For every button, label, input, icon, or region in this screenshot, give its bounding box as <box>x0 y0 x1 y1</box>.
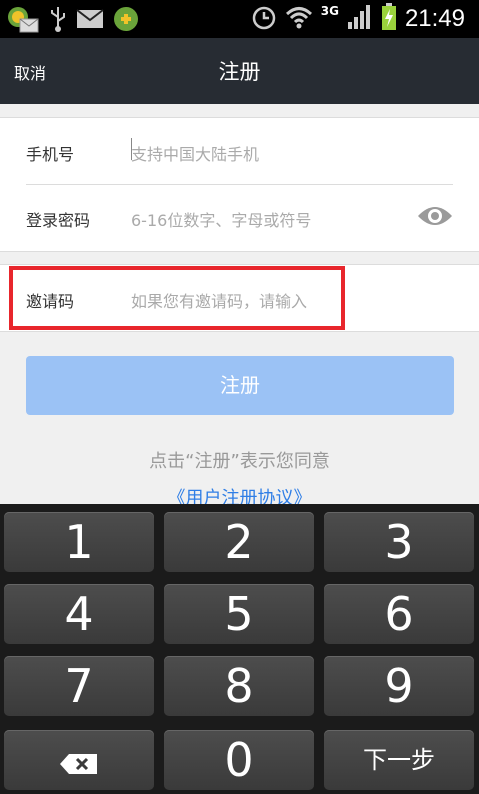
key-3[interactable]: 3 <box>324 512 474 572</box>
status-bar: 3G 21:49 <box>0 0 479 38</box>
key-1[interactable]: 1 <box>4 512 154 572</box>
clock: 21:49 <box>404 5 465 32</box>
wifi-icon <box>285 5 313 33</box>
usb-icon <box>48 5 68 37</box>
key-4[interactable]: 4 <box>4 584 154 644</box>
register-button[interactable]: 注册 <box>26 356 454 415</box>
password-input[interactable]: 6-16位数字、字母或符号 <box>131 207 311 231</box>
numeric-keyboard: 1 2 3 4 5 6 7 8 9 0 下一步 <box>0 504 479 794</box>
password-label: 登录密码 <box>26 211 91 230</box>
title-bar: 取消 注册 <box>0 38 479 104</box>
password-row[interactable]: 登录密码 6-16位数字、字母或符号 <box>0 184 479 250</box>
key-7[interactable]: 7 <box>4 656 154 716</box>
next-step-key[interactable]: 下一步 <box>324 730 474 790</box>
network-type: 3G <box>320 4 339 18</box>
phone-row[interactable]: 手机号 支持中国大陆手机 <box>0 118 479 184</box>
phone-input[interactable]: 支持中国大陆手机 <box>131 141 259 165</box>
agreement-text: 点击“注册”表示您同意 <box>149 451 330 472</box>
page-title: 注册 <box>218 60 261 84</box>
battery-charging-icon <box>381 3 397 35</box>
key-0[interactable]: 0 <box>164 730 314 790</box>
chat-notification-icon <box>6 5 40 37</box>
key-5[interactable]: 5 <box>164 584 314 644</box>
notification-icons <box>6 5 140 37</box>
show-password-icon[interactable] <box>417 204 453 232</box>
alarm-icon <box>251 3 277 35</box>
key-6[interactable]: 6 <box>324 584 474 644</box>
key-8[interactable]: 8 <box>164 656 314 716</box>
key-9[interactable]: 9 <box>324 656 474 716</box>
system-icons: 3G 21:49 <box>251 3 465 35</box>
phone-label: 手机号 <box>26 145 75 164</box>
credentials-card: 手机号 支持中国大陆手机 登录密码 6-16位数字、字母或符号 <box>0 117 479 252</box>
backspace-icon <box>59 733 99 787</box>
signal-icon <box>347 4 373 34</box>
app-notification-icon <box>112 5 140 37</box>
mail-icon <box>76 8 104 34</box>
key-2[interactable]: 2 <box>164 512 314 572</box>
backspace-key[interactable] <box>4 730 154 790</box>
invite-highlight-box <box>9 266 345 330</box>
